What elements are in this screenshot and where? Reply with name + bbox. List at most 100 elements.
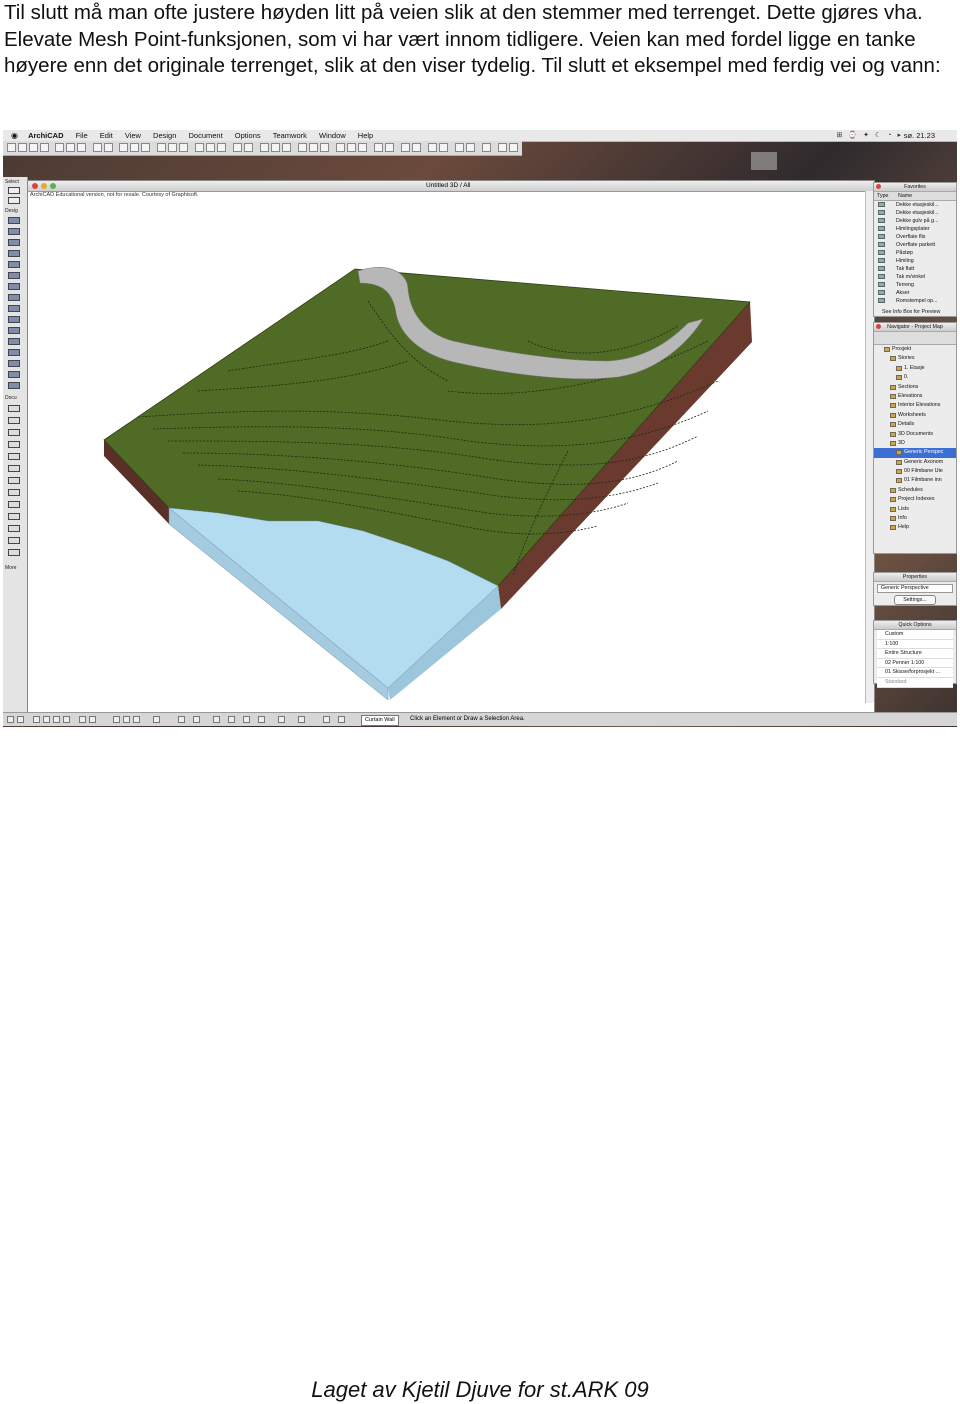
delete-icon[interactable] [347,143,356,152]
zoom-out-icon[interactable] [206,143,215,152]
object-tool-icon[interactable] [8,272,20,279]
tree-item-generic-perspective[interactable]: Generic Perspec [874,448,956,458]
menu-app-name[interactable]: ArchiCAD [28,130,63,141]
tree-item-story[interactable]: 1. Etasje [874,364,956,373]
new-file-icon[interactable] [7,143,16,152]
close-icon[interactable] [876,324,881,329]
tree-item-elevations[interactable]: Elevations [874,392,956,401]
split-icon[interactable] [412,143,421,152]
door-tool-icon[interactable] [8,261,20,268]
favorite-item[interactable]: Påstøp [874,249,956,257]
suspend-groups-icon[interactable] [320,143,329,152]
open-file-icon[interactable] [18,143,27,152]
elevate-icon[interactable] [309,143,318,152]
redo-icon[interactable] [17,716,24,723]
quick-option-row[interactable]: Standard [877,677,953,688]
menu-help[interactable]: Help [358,130,373,141]
polyline-tool-icon[interactable] [8,489,20,496]
favorite-item[interactable]: Overflate flis [874,233,956,241]
3d-view-icon[interactable] [228,716,235,723]
quick-option-row[interactable]: 02 Penner 1:100 [877,658,953,669]
dimension-tool-icon[interactable] [8,405,20,412]
redo-icon[interactable] [104,143,113,152]
tree-item-schedules[interactable]: Schedules [874,486,956,495]
favorite-item[interactable]: Akser [874,289,956,297]
grid-icon[interactable] [153,716,160,723]
adjust-icon[interactable] [439,143,448,152]
copy-icon[interactable] [66,143,75,152]
parallel-icon[interactable] [323,716,330,723]
menu-options[interactable]: Options [235,130,261,141]
ungroup-icon[interactable] [482,143,491,152]
tree-item-lists[interactable]: Lists [874,505,956,514]
section-icon[interactable] [179,143,188,152]
close-icon[interactable] [32,183,38,189]
tree-item-help[interactable]: Help [874,523,956,532]
favorites-col-type[interactable]: Type [877,192,888,200]
pen-set-icon[interactable] [130,143,139,152]
level-dimension-tool-icon[interactable] [8,417,20,424]
zoom-out-icon[interactable] [43,716,50,723]
properties-view-name[interactable]: Generic Perspective [877,584,953,593]
tree-item-generic-axonometry[interactable]: Generic Axonom [874,458,956,467]
mesh-tool-icon[interactable] [8,371,20,378]
gravity-icon[interactable] [271,143,280,152]
magic-wand-icon[interactable] [282,143,291,152]
zoom-in-icon[interactable] [195,143,204,152]
menu-view[interactable]: View [125,130,141,141]
tree-item-3d[interactable]: 3D [874,439,956,448]
tree-item-story[interactable]: 0. [874,373,956,382]
hotspot-tool-icon[interactable] [8,513,20,520]
tree-item-info[interactable]: Info [874,514,956,523]
camera-tool-icon[interactable] [8,537,20,544]
tree-item-prosjekt[interactable]: Prosjekt [874,345,956,354]
pan-icon[interactable] [89,716,96,723]
pen-icon[interactable] [133,716,140,723]
snap-icon[interactable] [178,716,185,723]
tree-item-filmbane-inn[interactable]: 01 Filmbane inn [874,476,956,485]
label-tool-icon[interactable] [8,441,20,448]
cut-plane-icon[interactable] [278,716,285,723]
status-icons[interactable]: ⊞⌚✦☾◔▸ [837,130,907,141]
quick-option-row[interactable]: Custom [877,630,953,640]
favorite-item[interactable]: Terreng [874,281,956,289]
figure-tool-icon[interactable] [8,525,20,532]
3d-window-icon[interactable] [168,143,177,152]
apple-icon[interactable]: ◉ [11,130,18,141]
mirror-icon[interactable] [385,143,394,152]
rotate-icon[interactable] [374,143,383,152]
favorite-item[interactable]: Romstempel op... [874,297,956,305]
favorite-item[interactable]: Himling [874,257,956,265]
layer-icon[interactable] [119,143,128,152]
menu-edit[interactable]: Edit [100,130,113,141]
quick-option-row[interactable]: 01 Skisse/forprosjekt ... [877,668,953,678]
menu-file[interactable]: File [76,130,88,141]
tree-item-details[interactable]: Details [874,420,956,429]
group-icon[interactable] [466,143,475,152]
grid-snap-icon[interactable] [260,143,269,152]
favorites-col-name[interactable]: Name [898,192,912,200]
skylight-tool-icon[interactable] [8,338,20,345]
quick-option-row[interactable]: 1:100 [877,639,953,650]
fill-tool-icon[interactable] [8,453,20,460]
print-icon[interactable] [40,143,49,152]
zoom-icon[interactable] [50,183,56,189]
beam-tool-icon[interactable] [8,239,20,246]
tree-item-project-indexes[interactable]: Project Indexes [874,495,956,504]
trace-icon[interactable] [213,716,220,723]
close-icon[interactable] [876,184,881,189]
window-tool-icon[interactable] [8,250,20,257]
arrow-tool-icon[interactable] [8,187,20,194]
zoom-in-icon[interactable] [33,716,40,723]
unlock-icon[interactable] [509,143,518,152]
trace-icon[interactable] [336,143,345,152]
shading-icon[interactable] [258,716,265,723]
fit-icon[interactable] [53,716,60,723]
tree-item-filmbane-ute[interactable]: 00 Filmbane Ute [874,467,956,476]
stair-tool-icon[interactable] [8,305,20,312]
menu-document[interactable]: Document [188,130,222,141]
tree-item-worksheets[interactable]: Worksheets [874,411,956,420]
curtain-wall-tool-icon[interactable] [8,349,20,356]
walk-icon[interactable] [243,716,250,723]
line-tool-icon[interactable] [8,465,20,472]
